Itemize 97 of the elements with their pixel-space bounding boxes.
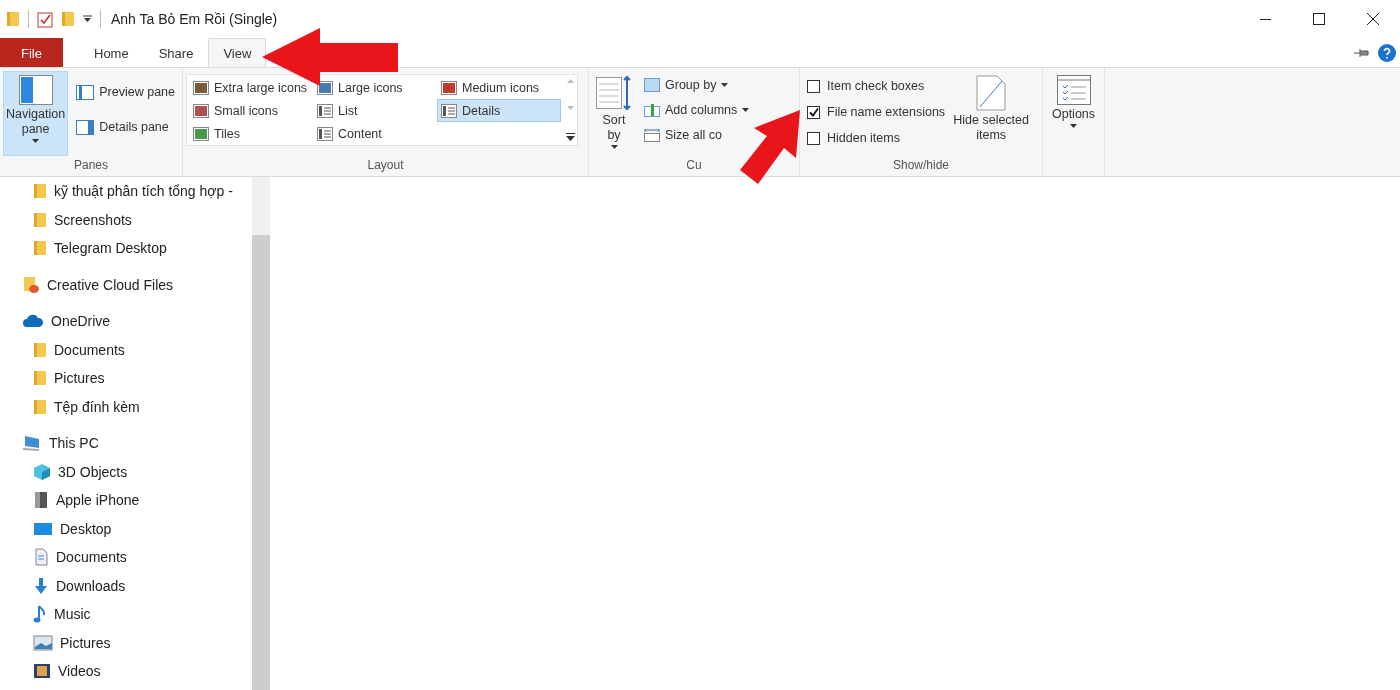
folder-icon [33,183,47,200]
view-icon [193,103,209,118]
phone-icon [33,491,49,510]
folder-icon [33,398,47,415]
nav-item[interactable]: Music [0,600,252,629]
file-tab[interactable]: File [0,38,63,67]
cube-icon [33,462,51,481]
add-column-icon [644,103,660,117]
properties-icon[interactable] [37,10,53,28]
ribbon-tab[interactable]: Home [79,38,144,67]
nav-item[interactable]: Screenshots [0,205,252,234]
view-icon [317,80,333,95]
nav-item[interactable]: kỹ thuật phân tích tổng hợp - [0,177,252,206]
checkbox[interactable] [807,79,820,93]
navigation-pane-button[interactable]: Navigation pane [3,71,69,156]
computer-icon [22,435,42,452]
music-note-icon [33,604,47,625]
document-icon [976,75,1007,111]
view-icon [317,126,333,141]
nav-item[interactable]: Apple iPhone [0,486,252,515]
nav-item[interactable]: OneDrive [0,307,252,336]
window-title: Anh Ta Bỏ Em Rồi (Single) [111,11,278,27]
folder-icon [22,275,40,294]
view-icon [193,80,209,95]
sort-icon [596,75,632,111]
group-label: Show/hide [891,157,950,174]
caret-icon [32,139,40,143]
cloud-icon [22,314,44,329]
checkbox-option[interactable]: File name extensions [807,99,946,125]
checkbox-option[interactable]: Hidden items [807,125,946,151]
caret-icon [742,108,750,112]
maximize-icon [1313,13,1325,25]
nav-item[interactable]: 3D Objects [0,457,252,486]
view-icon [441,103,457,118]
checkbox[interactable] [807,131,820,145]
pane-button[interactable]: Preview pane [72,80,179,104]
document-icon [33,548,49,567]
nav-item[interactable]: Tệp đính kèm [0,392,252,421]
desktop-icon [33,520,53,537]
options-icon [1056,75,1091,105]
pin-icon[interactable] [1354,47,1370,58]
view-icon [317,103,333,118]
nav-item[interactable]: Pictures [0,364,252,393]
nav-item[interactable]: This PC [0,429,252,458]
view-icon [193,126,209,141]
checkbox[interactable] [807,105,820,119]
customize-toolbar-icon[interactable] [83,15,92,23]
nav-item[interactable]: Creative Cloud Files [0,270,252,299]
group-label: Layout [366,157,405,174]
column-width-icon [644,128,660,142]
hide-selected-button[interactable]: Hide selected items [949,71,1034,156]
layout-option[interactable]: Small icons [189,99,313,122]
close-icon [1367,13,1379,25]
view-option-button[interactable]: Size all co [640,123,754,147]
expand-icon[interactable] [565,133,575,141]
nav-item[interactable]: Desktop [0,514,252,543]
layout-option[interactable]: Content [313,122,437,145]
pane-button[interactable]: Details pane [72,115,179,139]
sort-by-button[interactable]: Sort by [592,71,636,156]
layout-option[interactable]: List [313,99,437,122]
folder-icon [33,211,47,228]
layout-option[interactable]: Tiles [189,122,313,145]
navigation-pane-icon [18,75,53,105]
ribbon-tab[interactable]: Share [143,38,209,67]
film-icon [33,663,51,680]
caret-icon [610,145,618,149]
image-icon [33,634,53,651]
group-label: Panes [73,157,109,174]
nav-item[interactable]: Documents [0,335,252,364]
ribbon-tab[interactable]: View [208,38,267,67]
nav-item[interactable]: Telegram Desktop [0,234,252,263]
folder-icon [61,11,75,27]
nav-item[interactable]: Downloads [0,571,252,600]
nav-item[interactable]: Documents [0,543,252,572]
nav-item[interactable]: Videos [0,657,252,686]
group-label: Cu [685,157,703,174]
folder-icon [33,240,47,257]
download-icon [33,576,49,595]
view-option-button[interactable]: Group by [640,73,754,97]
folder-icon [33,341,47,358]
minimize-icon [1259,18,1271,20]
help-icon[interactable] [1378,43,1396,62]
view-icon [441,80,457,95]
options-button[interactable]: Options [1046,71,1101,176]
group-icon [644,78,660,92]
layout-option[interactable]: Details [437,99,561,122]
folder-icon [6,11,20,27]
caret-icon [721,83,729,87]
view-option-button[interactable]: Add columns [640,98,754,122]
pane-icon [76,84,95,100]
checkbox-option[interactable]: Item check boxes [807,73,946,99]
nav-item[interactable]: Pictures [0,628,252,657]
folder-icon [33,370,47,387]
checkmark-icon [808,107,819,117]
layout-option[interactable]: Medium icons [437,76,561,99]
pane-icon [76,119,95,135]
caret-icon [1070,124,1077,128]
